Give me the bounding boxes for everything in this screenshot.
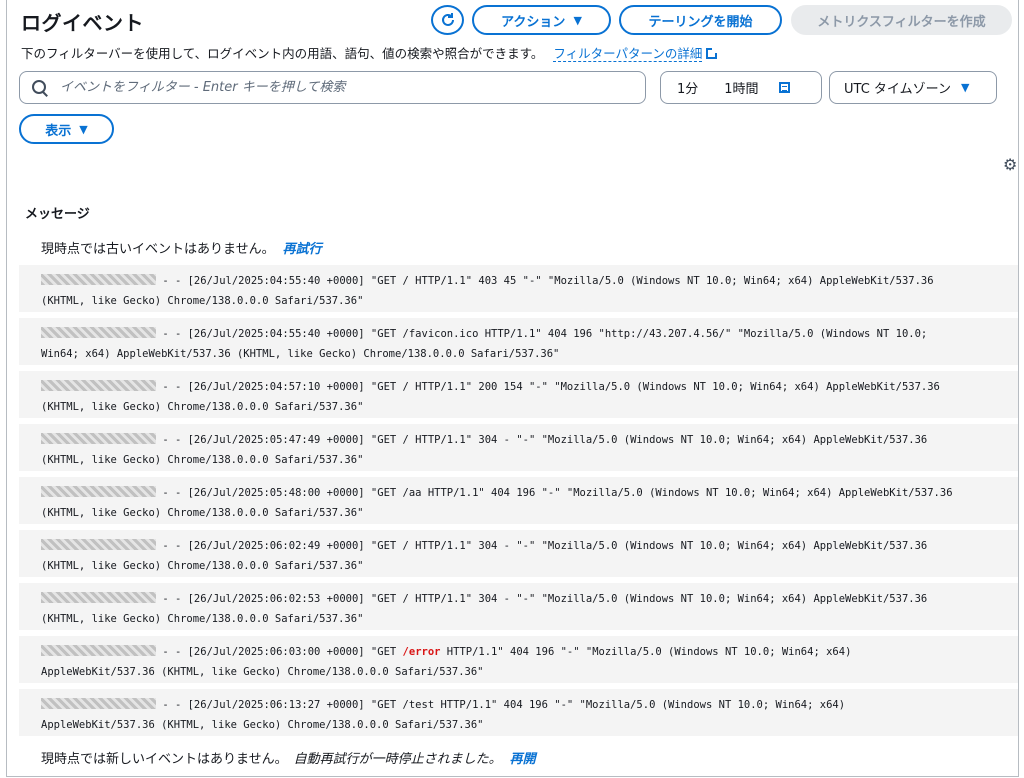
filter-pattern-link[interactable]: フィルターパターンの詳細 — [553, 46, 703, 62]
log-row[interactable]: - - [26/Jul/2025:04:55:40 +0000] "GET /f… — [19, 318, 1018, 365]
log-row[interactable]: - - [26/Jul/2025:06:13:27 +0000] "GET /t… — [19, 689, 1018, 736]
redacted-ip — [41, 486, 156, 497]
caret-down-icon: ▼ — [573, 13, 582, 27]
calendar-icon[interactable] — [778, 82, 790, 93]
actions-label: アクション — [501, 14, 566, 30]
page-title: ログイベント — [21, 11, 144, 35]
filter-events-input[interactable] — [58, 79, 622, 96]
view-dropdown[interactable]: 表示 ▼ — [19, 114, 114, 144]
highlighted-match: /error — [402, 646, 441, 658]
redacted-ip — [41, 592, 156, 603]
auto-retry-paused-text: 自動再試行が一時停止されました。 — [293, 752, 502, 767]
log-row[interactable]: - - [26/Jul/2025:05:47:49 +0000] "GET / … — [19, 424, 1018, 471]
redacted-ip — [41, 274, 156, 285]
redacted-ip — [41, 327, 156, 338]
redacted-ip — [41, 433, 156, 444]
log-row[interactable]: - - [26/Jul/2025:06:02:49 +0000] "GET / … — [19, 530, 1018, 577]
newer-events-notice: 現時点では新しいイベントはありません。 自動再試行が一時停止されました。 再開 — [41, 748, 536, 767]
log-row[interactable]: - - [26/Jul/2025:04:57:10 +0000] "GET / … — [19, 371, 1018, 418]
older-events-notice: 現時点では古いイベントはありません。 再試行 — [41, 238, 322, 257]
log-row[interactable]: - - [26/Jul/2025:06:03:00 +0000] "GET /e… — [19, 636, 1018, 683]
view-label: 表示 — [45, 123, 72, 139]
actions-dropdown[interactable]: アクション ▼ — [472, 5, 611, 35]
log-row[interactable]: - - [26/Jul/2025:04:55:40 +0000] "GET / … — [19, 265, 1018, 312]
timezone-dropdown[interactable]: UTC タイムゾーン ▼ — [829, 71, 997, 104]
start-tailing-button[interactable]: テーリングを開始 — [619, 5, 782, 35]
external-link-icon[interactable] — [706, 48, 718, 59]
resume-link[interactable]: 再開 — [510, 752, 536, 767]
caret-down-icon: ▼ — [79, 122, 88, 136]
refresh-button[interactable] — [431, 5, 464, 35]
gear-icon[interactable]: ⚙ — [1003, 155, 1017, 174]
refresh-icon — [441, 13, 454, 26]
log-event-list: - - [26/Jul/2025:04:55:40 +0000] "GET / … — [19, 265, 1018, 742]
redacted-ip — [41, 380, 156, 391]
timezone-label: UTC タイムゾーン — [844, 82, 951, 97]
time-range-selector[interactable]: 1分 1時間 — [660, 71, 822, 104]
older-events-text: 現時点では古いイベントはありません。 — [41, 242, 275, 257]
create-metric-filter-button[interactable]: メトリクスフィルターを作成 — [791, 5, 1012, 35]
time-range-1h[interactable]: 1時間 — [724, 78, 758, 97]
redacted-ip — [41, 698, 156, 709]
time-range-1m[interactable]: 1分 — [677, 78, 698, 97]
column-header-message: メッセージ — [25, 207, 90, 222]
page-description: 下のフィルターバーを使用して、ログイベント内の用語、語句、値の検索や照合ができま… — [21, 43, 718, 62]
description-text: 下のフィルターバーを使用して、ログイベント内の用語、語句、値の検索や照合ができま… — [21, 46, 544, 61]
redacted-ip — [41, 645, 156, 656]
retry-link[interactable]: 再試行 — [283, 242, 322, 257]
log-row[interactable]: - - [26/Jul/2025:06:02:53 +0000] "GET / … — [19, 583, 1018, 630]
newer-events-text: 現時点では新しいイベントはありません。 — [41, 752, 288, 767]
redacted-ip — [41, 539, 156, 550]
search-icon — [32, 79, 48, 96]
log-events-panel: ログイベント アクション ▼ テーリングを開始 メトリクスフィルターを作成 下の… — [6, 0, 1019, 777]
caret-down-icon: ▼ — [961, 81, 970, 94]
log-row[interactable]: - - [26/Jul/2025:05:48:00 +0000] "GET /a… — [19, 477, 1018, 524]
filter-search-box[interactable] — [19, 71, 646, 104]
